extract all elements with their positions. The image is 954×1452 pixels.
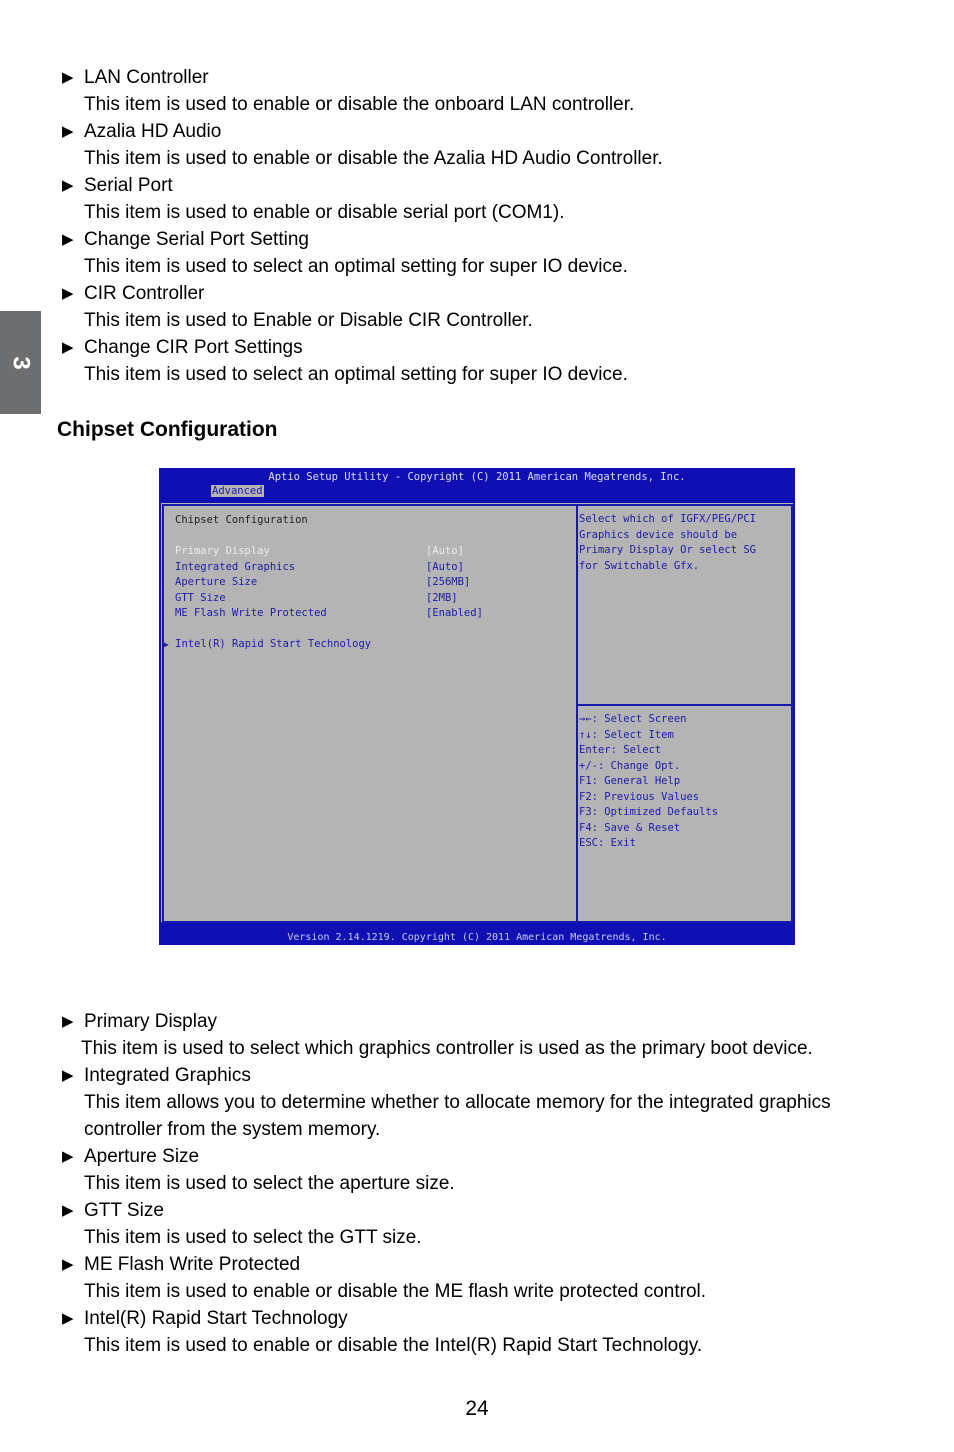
item-title: ▶ LAN Controller bbox=[62, 64, 882, 91]
page-number: 24 bbox=[465, 1397, 489, 1420]
item-title-text: Serial Port bbox=[84, 175, 173, 196]
bios-key-hint: F3: Optimized Defaults bbox=[579, 806, 719, 818]
item-title: ▶ Integrated Graphics bbox=[62, 1062, 882, 1089]
bios-tab-advanced: Advanced bbox=[211, 485, 264, 497]
item-title-text: CIR Controller bbox=[84, 283, 205, 304]
bullet-arrow-icon: ▶ bbox=[62, 123, 74, 140]
bios-option-label[interactable]: ME Flash Write Protected bbox=[175, 606, 327, 622]
bios-help-line: Select which of IGFX/PEG/PCI bbox=[579, 513, 757, 525]
bios-key-hint: ESC: Exit bbox=[579, 837, 636, 849]
bios-option-label[interactable]: Integrated Graphics bbox=[175, 560, 295, 576]
section-title: Chipset Configuration bbox=[57, 418, 278, 441]
bios-options-panel: Chipset Configuration Primary Display [Au… bbox=[162, 504, 577, 923]
bios-option-value[interactable]: [256MB] bbox=[426, 575, 470, 591]
chapter-number: 3 bbox=[7, 355, 35, 370]
bios-title: Aptio Setup Utility - Copyright (C) 2011… bbox=[268, 471, 686, 483]
item-title-text: Integrated Graphics bbox=[84, 1065, 251, 1086]
bios-screenshot: Aptio Setup Utility - Copyright (C) 2011… bbox=[159, 468, 795, 945]
item-title: ▶ Serial Port bbox=[62, 172, 882, 199]
bios-submenu: ▶ Intel(R) Rapid Start Technology bbox=[164, 637, 371, 653]
bios-option-label[interactable]: Primary Display bbox=[175, 544, 270, 560]
item-description: This item is used to enable or disable t… bbox=[84, 1335, 703, 1356]
item-title-text: LAN Controller bbox=[84, 67, 209, 88]
item-title-text: Azalia HD Audio bbox=[84, 121, 222, 142]
item-description: This item is used to select which graphi… bbox=[81, 1038, 813, 1059]
bios-help-line: for Switchable Gfx. bbox=[579, 559, 700, 572]
bullet-arrow-icon: ▶ bbox=[62, 1067, 74, 1084]
item-title-text: Aperture Size bbox=[84, 1146, 200, 1167]
item-title: ▶ Intel(R) Rapid Start Technology bbox=[62, 1305, 882, 1332]
bios-key-hint: F2: Previous Values bbox=[579, 790, 700, 803]
bios-option-value[interactable]: [Auto] bbox=[426, 544, 464, 560]
item-description: This item is used to Enable or Disable C… bbox=[84, 310, 533, 331]
bios-option-value[interactable]: [Enabled] bbox=[426, 606, 483, 622]
item-title-text: Primary Display bbox=[84, 1011, 218, 1032]
bios-header: Aptio Setup Utility - Copyright (C) 2011… bbox=[159, 468, 795, 502]
bios-key-hint: ↑↓: Select Item bbox=[579, 728, 674, 741]
bios-option-value[interactable]: [2MB] bbox=[426, 591, 458, 607]
bullet-arrow-icon: ▶ bbox=[62, 1202, 74, 1219]
item-description: This item is used to select an optimal s… bbox=[84, 364, 628, 385]
item-description: This item is used to enable or disable t… bbox=[84, 1281, 707, 1302]
item-description: This item is used to enable or disable t… bbox=[84, 148, 663, 169]
bullet-arrow-icon: ▶ bbox=[62, 69, 74, 86]
item-title: ▶ Aperture Size bbox=[62, 1143, 882, 1170]
bios-help-divider bbox=[578, 704, 791, 706]
item-title: ▶ GTT Size bbox=[62, 1197, 882, 1224]
top-item-list: ▶ LAN Controller This item is used to enab… bbox=[62, 64, 882, 388]
bullet-arrow-icon: ▶ bbox=[62, 1148, 74, 1165]
bios-key-hint: →←: Select Screen bbox=[579, 713, 687, 725]
bios-option-label[interactable]: GTT Size bbox=[175, 591, 226, 607]
bios-key-hint: F4: Save & Reset bbox=[579, 821, 681, 834]
submenu-arrow-icon: ▶ bbox=[164, 640, 169, 649]
item-title: ▶ Change Serial Port Setting bbox=[62, 226, 882, 253]
manual-page: 3 ▶ LAN Controller This item is used to en… bbox=[0, 0, 954, 1452]
bios-key-hint: +/-: Change Opt. bbox=[579, 759, 681, 772]
bios-help-line: Graphics device should be bbox=[579, 528, 738, 541]
item-title-text: Intel(R) Rapid Start Technology bbox=[84, 1308, 348, 1329]
bios-help-line: Primary Display Or select SG bbox=[579, 544, 757, 556]
bullet-arrow-icon: ▶ bbox=[62, 1310, 74, 1327]
bullet-arrow-icon: ▶ bbox=[62, 1013, 74, 1030]
item-title: ▶ Primary Display bbox=[62, 1008, 882, 1035]
bullet-arrow-icon: ▶ bbox=[62, 339, 74, 356]
item-description: This item is used to select an optimal s… bbox=[84, 256, 628, 277]
bullet-arrow-icon: ▶ bbox=[62, 1256, 74, 1273]
item-title: ▶ Change CIR Port Settings bbox=[62, 334, 882, 361]
item-title-text: Change Serial Port Setting bbox=[84, 229, 309, 250]
bios-body: Chipset Configuration Primary Display [Au… bbox=[161, 503, 793, 923]
bottom-item-list: ▶ Primary Display This item is used to sel… bbox=[62, 1008, 882, 1359]
bullet-arrow-icon: ▶ bbox=[62, 177, 74, 194]
item-description: This item is used to enable or disable t… bbox=[84, 94, 635, 115]
bios-submenu-label: Intel(R) Rapid Start Technology bbox=[175, 638, 372, 650]
item-description: This item is used to select the GTT size… bbox=[84, 1227, 422, 1248]
item-title: ▶ CIR Controller bbox=[62, 280, 882, 307]
bios-option-label[interactable]: Aperture Size bbox=[175, 575, 257, 591]
bullet-arrow-icon: ▶ bbox=[62, 285, 74, 302]
chapter-tab: 3 bbox=[0, 311, 41, 414]
bios-footer: Version 2.14.1219. Copyright (C) 2011 Am… bbox=[287, 932, 667, 943]
item-description: This item is used to select the aperture… bbox=[84, 1173, 455, 1194]
item-description: This item allows you to determine whethe… bbox=[84, 1092, 831, 1140]
item-title: ▶ Azalia HD Audio bbox=[62, 118, 882, 145]
item-description: This item is used to enable or disable s… bbox=[84, 202, 565, 223]
item-title: ▶ ME Flash Write Protected bbox=[62, 1251, 882, 1278]
bios-option-value[interactable]: [Auto] bbox=[426, 560, 464, 576]
item-title-text: Change CIR Port Settings bbox=[84, 337, 303, 358]
item-title-text: GTT Size bbox=[84, 1200, 164, 1221]
bios-key-hint: F1: General Help bbox=[579, 775, 681, 787]
item-title-text: ME Flash Write Protected bbox=[84, 1254, 301, 1275]
bios-key-hint: Enter: Select bbox=[579, 744, 662, 756]
bios-help-panel: Select which of IGFX/PEG/PCI Graphics dev… bbox=[576, 504, 793, 923]
bios-heading: Chipset Configuration bbox=[175, 514, 308, 526]
bullet-arrow-icon: ▶ bbox=[62, 231, 74, 248]
